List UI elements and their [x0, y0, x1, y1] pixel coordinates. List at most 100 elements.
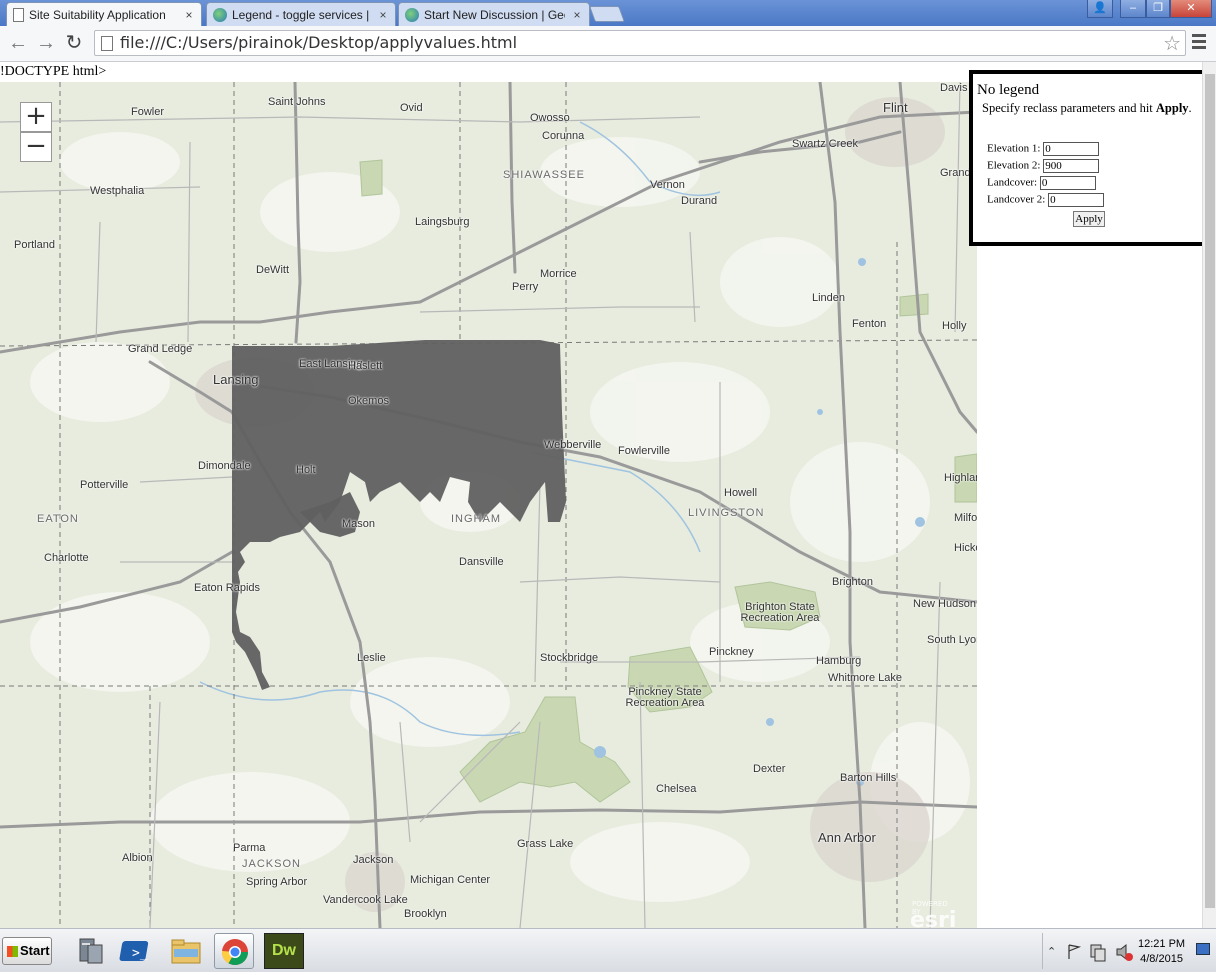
map-place-label: Dimondale	[198, 460, 251, 472]
map-place-label: Dansville	[459, 556, 504, 568]
landcover-2-row: Landcover 2:	[987, 193, 1105, 207]
map-place-label: Brighton	[832, 576, 873, 588]
map-place-label: Michigan Center	[410, 874, 491, 886]
instruction-text: Specify reclass parameters and hit Apply…	[982, 101, 1192, 115]
browser-toolbar: ← → ↻ file:///C:/Users/pirainok/Desktop/…	[0, 26, 1216, 62]
zoom-in-button[interactable]: +	[20, 102, 52, 132]
map-place-label: Whitmore Lake	[828, 672, 902, 684]
map-place-label: Chelsea	[656, 783, 697, 795]
vertical-scrollbar[interactable]	[1202, 62, 1216, 928]
map-place-label: South Lyon	[927, 634, 977, 646]
globe-icon	[213, 7, 227, 22]
tab-legend-toggle[interactable]: Legend - toggle services | Ar ×	[206, 2, 396, 26]
map-place-label: Laingsburg	[415, 216, 470, 228]
map-place-label: Durand	[681, 195, 718, 207]
map-place-label: Saint Johns	[268, 96, 326, 108]
map-place-label: Ann Arbor	[818, 830, 876, 845]
map-place-label: Brooklyn	[404, 908, 447, 920]
dreamweaver-icon[interactable]: Dw	[264, 933, 304, 969]
windows-flag-icon	[7, 946, 18, 957]
map-place-label: Dexter	[753, 763, 786, 775]
map-place-label: Owosso	[530, 112, 570, 124]
tab-site-suitability[interactable]: Site Suitability Application ×	[6, 2, 202, 26]
map-place-label: Westphalia	[90, 185, 145, 197]
close-tab-icon[interactable]: ×	[571, 8, 583, 22]
map-place-label: Davis	[940, 82, 968, 94]
map-place-label: Pinckney State Recreation Area	[625, 686, 705, 709]
forward-button[interactable]: →	[34, 32, 58, 56]
tray-icons[interactable]: ⌃	[1043, 933, 1139, 969]
map-place-label: New Hudson	[913, 598, 976, 610]
new-tab-button[interactable]	[589, 6, 625, 22]
map-place-label: Jackson	[353, 854, 394, 866]
map-place-label: Fenton	[852, 318, 887, 330]
map-place-label: Grass Lake	[517, 838, 574, 850]
basemap	[0, 82, 977, 928]
landcover-2-input[interactable]	[1048, 193, 1105, 207]
map-place-label: Holt	[296, 464, 316, 476]
user-icon[interactable]: 👤	[1087, 0, 1113, 18]
bookmark-star-icon[interactable]: ☆	[1163, 31, 1181, 56]
map-place-label: Holly	[942, 320, 967, 332]
legend-title: No legend	[977, 82, 1040, 98]
map-place-label: Spring Arbor	[246, 876, 308, 888]
powershell-icon[interactable]: >_	[116, 933, 156, 969]
tab-start-new-discussion[interactable]: Start New Discussion | GeoN ×	[398, 2, 590, 26]
address-bar[interactable]: file:///C:/Users/pirainok/Desktop/applyv…	[94, 30, 1186, 56]
map-place-label: Haslett	[348, 360, 383, 372]
map-place-label: Linden	[812, 292, 846, 304]
map-place-label: Corunna	[542, 130, 585, 142]
back-button[interactable]: ←	[6, 32, 30, 56]
legend-panel: No legend Specify reclass parameters and…	[969, 70, 1202, 246]
stray-doctype-text: !DOCTYPE html>	[0, 64, 107, 79]
map-place-label: Pinckney	[709, 646, 754, 658]
server-manager-icon[interactable]	[70, 933, 110, 969]
restore-button[interactable]: ❐	[1146, 0, 1170, 18]
map-place-label: Webberville	[544, 439, 602, 451]
landcover-input[interactable]	[1039, 176, 1096, 190]
map-view[interactable]: Flint Davis Saint Johns Ovid Owosso Corunna Fo…	[0, 82, 977, 928]
elevation-1-input[interactable]	[1043, 142, 1100, 156]
landcover-row: Landcover:	[987, 176, 1096, 190]
minimize-button[interactable]: –	[1120, 0, 1146, 18]
map-place-label: Howell	[724, 487, 758, 499]
address-url[interactable]: file:///C:/Users/pirainok/Desktop/applyv…	[120, 33, 517, 52]
map-place-label: Flint	[883, 100, 908, 115]
map-place-label: Okemos	[348, 395, 389, 407]
menu-icon[interactable]	[1192, 34, 1206, 52]
esri-logo: POWERED BY esri	[910, 900, 957, 928]
map-place-label: Eaton Rapids	[194, 582, 261, 594]
map-place-label: Grand Ledge	[128, 343, 193, 355]
map-place-label: LIVINGSTON	[688, 507, 765, 519]
map-place-label: Vernon	[650, 179, 685, 191]
reload-button[interactable]: ↻	[62, 32, 86, 56]
map-place-label: Perry	[512, 281, 539, 293]
map-place-label: EATON	[37, 513, 79, 525]
map-place-label: Ovid	[400, 102, 423, 114]
chrome-icon[interactable]	[214, 933, 254, 969]
file-explorer-icon[interactable]	[166, 933, 206, 969]
zoom-out-button[interactable]: −	[20, 132, 52, 162]
map-place-label: Brighton State Recreation Area	[740, 601, 820, 624]
show-desktop-icon[interactable]	[1196, 943, 1210, 955]
map-place-label: INGHAM	[451, 513, 501, 525]
map-place-label: Vandercook Lake	[323, 894, 408, 906]
svg-text:⌃: ⌃	[1047, 945, 1056, 958]
apply-button[interactable]: Apply	[1073, 211, 1105, 227]
map-place-label: Hamburg	[816, 655, 862, 667]
page-icon	[101, 36, 113, 51]
map-place-label: DeWitt	[256, 264, 289, 276]
map-place-label: Fowler	[131, 106, 165, 118]
map-place-label: Fowlerville	[618, 445, 670, 457]
close-window-button[interactable]: ✕	[1170, 0, 1212, 18]
map-place-label: Albion	[122, 852, 153, 864]
close-tab-icon[interactable]: ×	[377, 8, 389, 22]
scrollbar-thumb[interactable]	[1205, 74, 1215, 908]
start-button[interactable]: Start	[2, 937, 52, 965]
map-place-label: Hickory Corners	[954, 542, 977, 554]
close-tab-icon[interactable]: ×	[183, 8, 195, 22]
system-clock[interactable]: 12:21 PM 4/8/2015	[1138, 937, 1185, 967]
elevation-2-input[interactable]	[1043, 159, 1100, 173]
windows-taskbar: Start >_ Dw ⌃ 12:21 PM 4/8/2015	[0, 928, 1216, 972]
map-place-label: SHIAWASSEE	[503, 169, 585, 181]
